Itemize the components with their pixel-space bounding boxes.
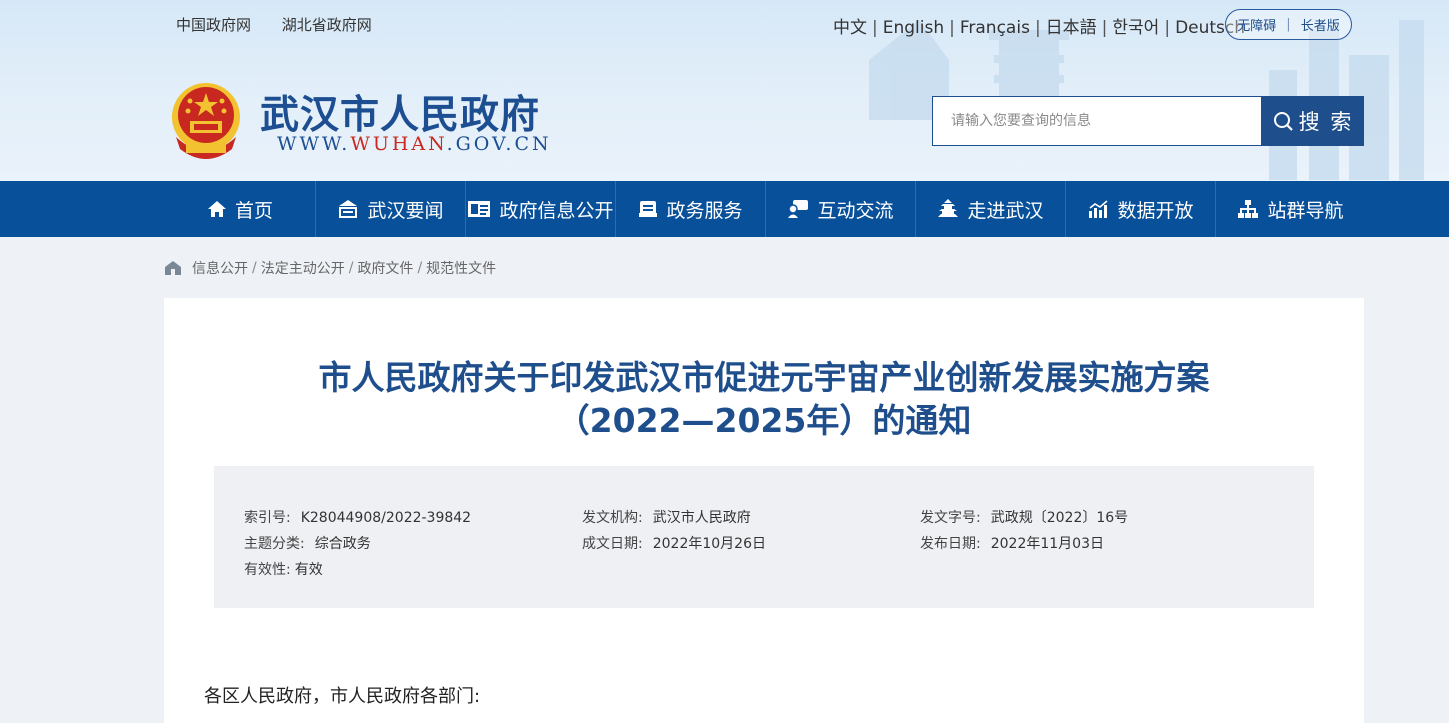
meta-value: 武汉市人民政府 — [652, 510, 751, 526]
nav-item-label: 互动交流 — [817, 199, 894, 222]
nav-item-label: 数据开放 — [1117, 199, 1194, 222]
document-card: 市人民政府关于印发武汉市促进元宇宙产业创新发展实施方案 （2022—2025年）… — [164, 298, 1364, 723]
meta-topic: 主题分类: 综合政务 — [244, 533, 371, 553]
site-title: 武汉市人民政府 — [260, 93, 541, 138]
service-icon — [639, 201, 658, 217]
meta-label: 成文日期: — [582, 536, 643, 552]
document-title: 市人民政府关于印发武汉市促进元宇宙产业创新发展实施方案 （2022—2025年）… — [164, 356, 1364, 442]
elderly-mode-button[interactable]: 长者版 — [1301, 15, 1340, 34]
breadcrumb-separator: / — [348, 260, 354, 276]
breadcrumb-separator: / — [417, 260, 423, 276]
top-links: 中国政府网 湖北省政府网 — [176, 14, 398, 35]
url-prefix: WWW. — [277, 133, 351, 155]
nav-item-info-disclosure[interactable]: 政府信息公开 — [465, 181, 615, 237]
divider: | — [1286, 17, 1291, 32]
lang-japanese[interactable]: 日本語 — [1046, 18, 1097, 38]
lang-korean[interactable]: 한국어 — [1112, 18, 1159, 38]
divider: | — [949, 18, 955, 38]
meta-label: 主题分类: — [244, 536, 305, 552]
search-button-label: 搜 索 — [1298, 110, 1354, 134]
nav-item-about-wuhan[interactable]: 走进武汉 — [915, 181, 1065, 237]
url-suffix: .GOV.CN — [446, 133, 552, 155]
meta-label: 索引号: — [244, 510, 291, 526]
chat-icon — [788, 200, 809, 218]
meta-docno: 发文字号: 武政规〔2022〕16号 — [920, 507, 1128, 527]
meta-value: 综合政务 — [314, 536, 371, 552]
meta-index: 索引号: K28044908/2022-39842 — [244, 507, 471, 527]
nav-item-gov-services[interactable]: 政务服务 — [615, 181, 765, 237]
tower-icon — [938, 199, 959, 217]
search-button[interactable]: 搜 索 — [1262, 96, 1364, 146]
breadcrumb-info-disclosure[interactable]: 信息公开 — [192, 258, 248, 278]
news-icon — [339, 200, 358, 218]
link-hubei-gov[interactable]: 湖北省政府网 — [282, 16, 372, 34]
main-nav: 首页 武汉要闻 政府信息公开 政务服务 互动交流 走进武汉 数据开放 站群导航 — [0, 181, 1449, 237]
meta-value: 武政规〔2022〕16号 — [990, 510, 1129, 526]
breadcrumb-statutory-disclosure[interactable]: 法定主动公开 — [261, 258, 345, 278]
breadcrumb-gov-documents[interactable]: 政府文件 — [357, 258, 413, 278]
meta-pubdate: 发布日期: 2022年11月03日 — [920, 533, 1104, 553]
nav-item-label: 站群导航 — [1267, 199, 1344, 222]
divider: | — [872, 18, 878, 38]
nav-item-interaction[interactable]: 互动交流 — [765, 181, 915, 237]
nav-item-open-data[interactable]: 数据开放 — [1065, 181, 1215, 237]
meta-agency: 发文机构: 武汉市人民政府 — [582, 507, 751, 527]
meta-label: 发文字号: — [920, 510, 981, 526]
search-input[interactable] — [932, 96, 1262, 146]
site-url: WWW.WUHAN.GOV.CN — [277, 133, 552, 155]
breadcrumb-normative-documents[interactable]: 规范性文件 — [426, 258, 496, 278]
meta-label: 有效性: — [244, 562, 291, 578]
breadcrumb-separator: / — [252, 260, 257, 276]
accessibility-toggle: 无障碍 | 长者版 — [1225, 9, 1352, 40]
meta-value: 2022年11月03日 — [990, 536, 1104, 552]
site-header: 中国政府网 湖北省政府网 中文 | English | Français | 日本語 | 한국어… — [0, 0, 1449, 181]
info-card-icon — [468, 201, 491, 217]
breadcrumb: 信息公开 / 法定主动公开 / 政府文件 / 规范性文件 — [164, 258, 496, 278]
nav-item-label: 武汉要闻 — [367, 199, 444, 222]
document-meta-panel: 索引号: K28044908/2022-39842 发文机构: 武汉市人民政府 发文… — [214, 466, 1314, 608]
lang-english[interactable]: English — [883, 18, 944, 38]
nav-item-label: 走进武汉 — [967, 199, 1044, 222]
meta-label: 发布日期: — [920, 536, 981, 552]
nav-item-site-nav[interactable]: 站群导航 — [1215, 181, 1365, 237]
search-icon — [1273, 112, 1293, 131]
meta-validity: 有效性: 有效 — [244, 559, 323, 579]
chart-icon — [1089, 200, 1109, 218]
nav-item-news[interactable]: 武汉要闻 — [315, 181, 465, 237]
lang-french[interactable]: Français — [960, 18, 1030, 38]
link-china-gov[interactable]: 中国政府网 — [176, 16, 251, 34]
document-title-line1: 市人民政府关于印发武汉市促进元宇宙产业创新发展实施方案 — [318, 358, 1210, 397]
nav-item-label: 政府信息公开 — [499, 199, 614, 222]
nav-item-label: 政务服务 — [666, 199, 743, 222]
meta-value: K28044908/2022-39842 — [300, 510, 472, 526]
home-icon[interactable] — [164, 260, 182, 276]
home-icon — [207, 201, 226, 217]
language-switcher: 中文 | English | Français | 日本語 | 한국어 | Deutsch — [833, 13, 1245, 38]
meta-value: 2022年10月26日 — [652, 536, 766, 552]
meta-value: 有效 — [294, 562, 323, 578]
document-greeting: 各区人民政府，市人民政府各部门: — [204, 686, 481, 707]
sitemap-icon — [1238, 200, 1259, 218]
national-emblem-icon — [172, 83, 240, 159]
meta-label: 发文机构: — [582, 510, 643, 526]
divider: | — [1101, 18, 1108, 38]
url-highlight: WUHAN — [350, 133, 447, 155]
meta-date: 成文日期: 2022年10月26日 — [582, 533, 766, 553]
barrier-free-button[interactable]: 无障碍 — [1237, 15, 1276, 34]
lang-chinese[interactable]: 中文 — [833, 18, 867, 38]
divider: | — [1034, 18, 1041, 38]
document-title-line2: （2022—2025年）的通知 — [556, 401, 972, 440]
divider: | — [1164, 18, 1171, 38]
nav-item-label: 首页 — [234, 199, 273, 222]
nav-item-home[interactable]: 首页 — [165, 181, 315, 237]
